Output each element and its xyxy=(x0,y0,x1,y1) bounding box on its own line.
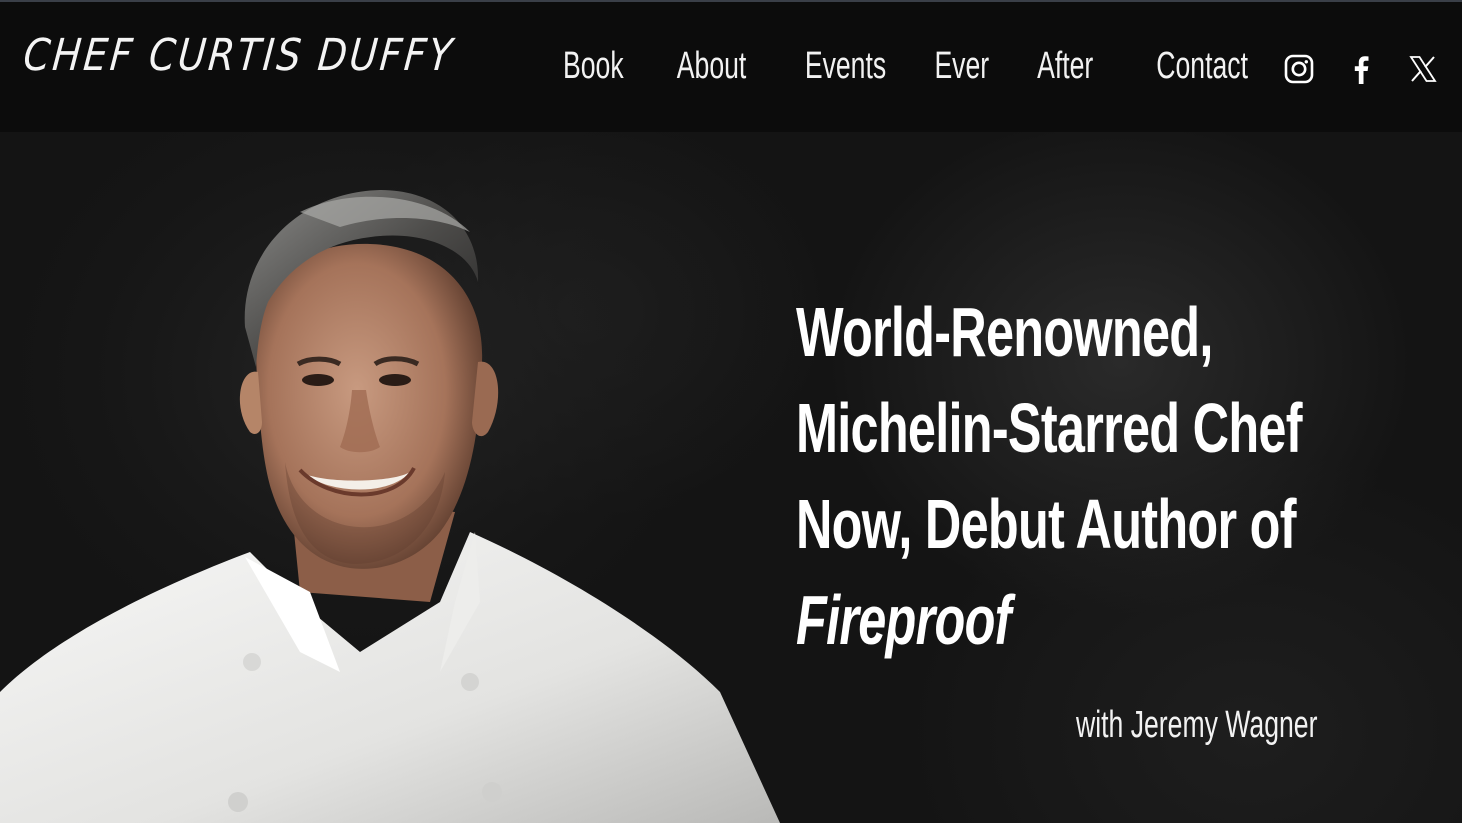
coauthor-byline: with Jeremy Wagner xyxy=(1076,704,1318,746)
site-header: CHEF CURTIS DUFFY Book About Events Ever… xyxy=(0,2,1462,132)
nav-link-after[interactable]: After xyxy=(1037,45,1093,88)
headline-line-1: World-Renowned, xyxy=(796,293,1213,371)
nav-link-events[interactable]: Events xyxy=(805,45,886,88)
nav-link-ever[interactable]: Ever xyxy=(934,45,989,88)
chef-portrait-image xyxy=(0,132,800,823)
headline-line-3: Now, Debut Author of xyxy=(796,485,1296,563)
nav-link-book[interactable]: Book xyxy=(563,45,624,88)
facebook-icon[interactable] xyxy=(1344,52,1378,86)
nav-link-about[interactable]: About xyxy=(677,45,747,88)
main-nav: Book About Events Ever After Contact xyxy=(537,45,1248,88)
social-links xyxy=(1282,52,1440,86)
instagram-icon[interactable] xyxy=(1282,52,1316,86)
nav-link-contact[interactable]: Contact xyxy=(1156,45,1248,88)
hero-headline: World-Renowned, Michelin-Starred Chef No… xyxy=(796,284,1436,668)
x-twitter-icon[interactable] xyxy=(1406,52,1440,86)
book-title: Fireproof xyxy=(796,581,1011,659)
site-logo[interactable]: CHEF CURTIS DUFFY xyxy=(21,30,456,81)
hero-section: World-Renowned, Michelin-Starred Chef No… xyxy=(0,132,1462,823)
headline-line-2: Michelin-Starred Chef xyxy=(796,389,1302,467)
